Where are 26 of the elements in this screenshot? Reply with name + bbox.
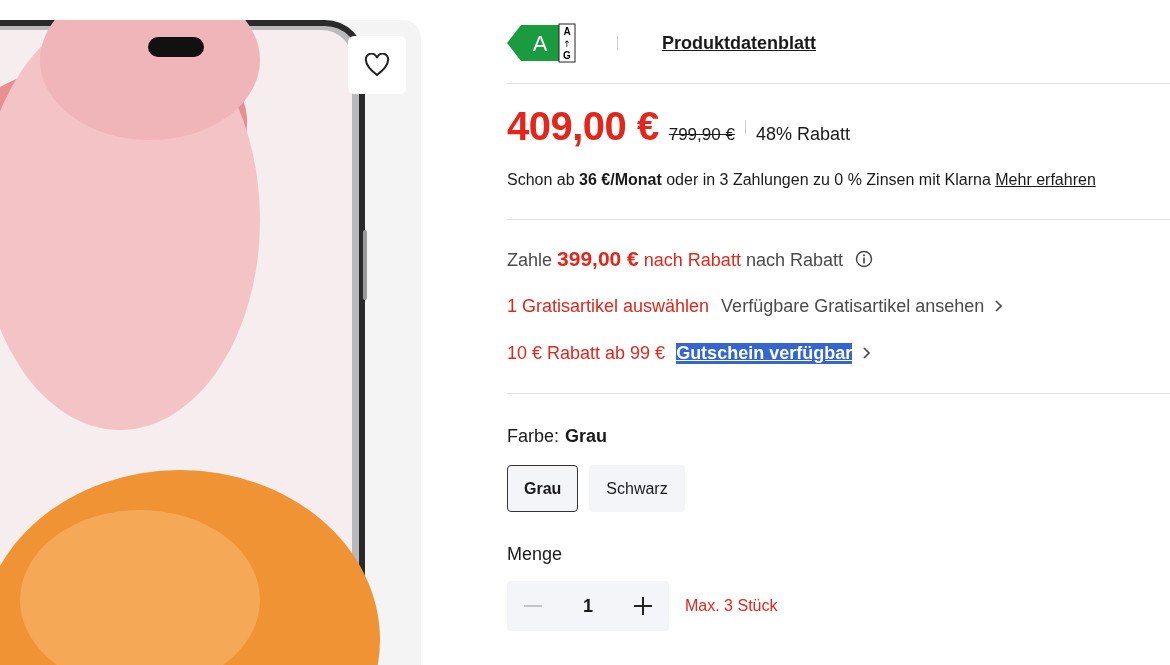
voucher-text: 10 € Rabatt ab 99 € [507, 342, 666, 364]
info-icon[interactable] [855, 250, 873, 268]
heart-icon [364, 53, 390, 77]
free-items-link[interactable]: Verfügbare Gratisartikel ansehen [721, 295, 985, 317]
color-label: Farbe: [507, 426, 560, 447]
max-quantity-note: Max. 3 Stück [685, 597, 778, 615]
voucher-link[interactable]: Gutschein verfügbar [676, 342, 853, 364]
favorite-button[interactable] [348, 36, 406, 94]
financing-text: Schon ab 36 €/Monat oder in 3 Zahlungen zu 0 % Zinsen mit Klarna [507, 171, 991, 188]
discount-text: 48% Rabatt [755, 124, 850, 145]
original-price: 799,90 € [668, 125, 735, 145]
color-value: Grau [565, 426, 608, 447]
datasheet-link[interactable]: Produktdatenblatt [662, 32, 816, 54]
minus-icon [524, 605, 542, 607]
quantity-label: Menge [507, 544, 564, 565]
quantity-stepper[interactable]: 1 [507, 581, 669, 631]
plus-icon [633, 596, 653, 616]
color-option[interactable]: Grau [507, 465, 579, 512]
current-price: 409,00 € [507, 104, 659, 149]
chevron-right-icon [861, 346, 872, 360]
quantity-value: 1 [583, 595, 593, 617]
learn-more-link[interactable]: Mehr erfahren [995, 171, 1096, 188]
discount-price-text: Zahle 399,00 € nach Rabatt nach Rabatt [507, 247, 843, 271]
free-item-text: 1 Gratisartikel auswählen [507, 295, 710, 317]
chevron-right-icon [993, 299, 1004, 313]
color-option[interactable]: Schwarz [589, 465, 685, 512]
